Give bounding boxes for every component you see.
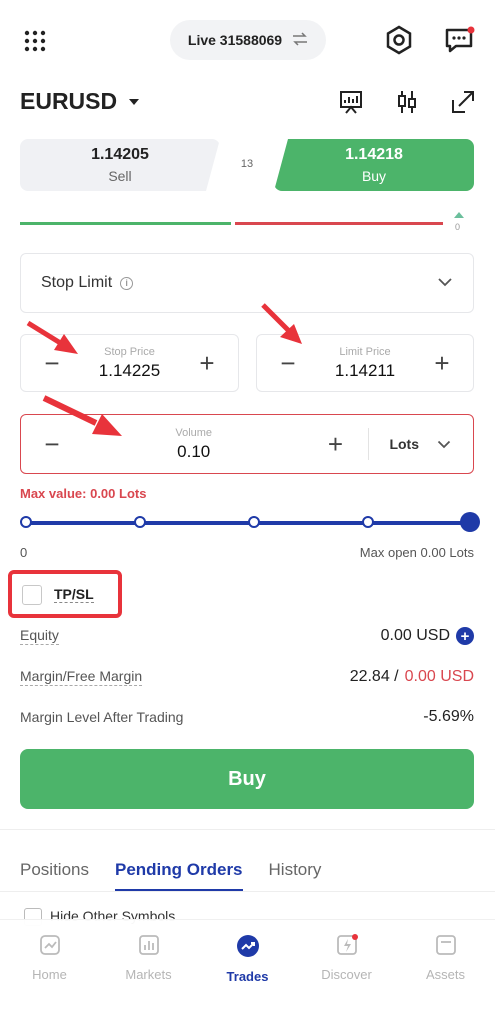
tabs-divider: [0, 891, 495, 892]
margin-value: 22.84 /: [349, 668, 399, 685]
slider-min-label: 0: [20, 545, 28, 560]
margin-level-row: Margin Level After Trading -5.69%: [20, 708, 474, 726]
nav-trades[interactable]: Trades: [208, 934, 288, 1024]
equity-label[interactable]: Equity: [20, 627, 59, 645]
limit-price-decrease-button[interactable]: −: [275, 350, 301, 376]
stop-price-decrease-button[interactable]: −: [39, 350, 65, 376]
nav-markets[interactable]: Markets: [109, 934, 189, 1024]
account-label: Live 31588069: [187, 32, 283, 48]
stop-price-caption: Stop Price: [104, 345, 155, 358]
margin-level-value: -5.69%: [423, 708, 474, 725]
expand-icon[interactable]: [449, 88, 477, 116]
limit-price-caption: Limit Price: [339, 345, 391, 358]
symbol-name: EURUSD: [20, 88, 118, 114]
order-type-dropdown[interactable]: Stop Limit i: [20, 253, 474, 313]
bottom-nav: Home Markets Trades Discover Assets: [0, 919, 495, 1024]
volume-value[interactable]: 0.10: [65, 442, 322, 462]
volume-caption: Volume: [175, 426, 213, 439]
account-switcher[interactable]: Live 31588069: [170, 20, 326, 60]
info-icon[interactable]: i: [120, 276, 134, 290]
grid-menu-icon[interactable]: [22, 28, 48, 54]
buy-submit-button[interactable]: Buy: [20, 749, 474, 809]
nav-discover-label: Discover: [321, 967, 372, 982]
chart-presentation-icon[interactable]: [337, 88, 365, 116]
buy-quote-button[interactable]: 1.14218 Buy: [274, 139, 474, 191]
home-chart-icon: [39, 934, 61, 959]
stop-price-increase-button[interactable]: +: [194, 350, 220, 376]
assets-wallet-icon: [435, 934, 457, 959]
tab-pending-orders[interactable]: Pending Orders: [114, 860, 243, 891]
settings-hexagon-icon[interactable]: [383, 24, 415, 56]
trades-trend-icon: [236, 934, 260, 961]
section-divider: [0, 829, 495, 830]
spread-value: 13: [240, 158, 254, 170]
sentiment-value: 0: [455, 222, 461, 232]
caret-down-icon: [129, 98, 140, 105]
buy-price: 1.14218: [345, 146, 403, 163]
tpsl-label[interactable]: TP/SL: [54, 586, 94, 603]
nav-assets-label: Assets: [425, 967, 465, 982]
sentiment-bar-buy: [20, 222, 231, 225]
sentiment-up-icon: [454, 212, 464, 218]
volume-unit-label: Lots: [389, 436, 419, 452]
tab-positions[interactable]: Positions: [20, 860, 89, 891]
stop-price-value[interactable]: 1.14225: [65, 361, 194, 381]
volume-unit-dropdown[interactable]: Lots: [369, 436, 473, 452]
chevron-down-icon: [437, 274, 453, 292]
limit-price-increase-button[interactable]: +: [429, 350, 455, 376]
nav-assets[interactable]: Assets: [406, 934, 486, 1024]
message-icon[interactable]: [443, 24, 477, 56]
swap-icon: [292, 31, 308, 49]
buy-label: Buy: [361, 168, 387, 184]
sell-label: Sell: [108, 168, 132, 184]
markets-bar-icon: [138, 934, 160, 959]
nav-home[interactable]: Home: [10, 934, 90, 1024]
candlestick-icon[interactable]: [393, 88, 421, 116]
volume-decrease-button[interactable]: −: [39, 431, 65, 457]
margin-row: Margin/Free Margin 22.84 / 0.00 USD: [20, 668, 474, 686]
volume-stepper[interactable]: − Volume 0.10 + Lots: [20, 414, 474, 474]
slider-stop-50[interactable]: [248, 516, 260, 528]
equity-row: Equity 0.00 USD +: [20, 627, 474, 645]
nav-markets-label: Markets: [125, 967, 172, 982]
nav-discover[interactable]: Discover: [307, 934, 387, 1024]
stop-price-stepper[interactable]: − Stop Price 1.14225 +: [20, 334, 239, 392]
sell-price: 1.14205: [91, 146, 149, 163]
nav-trades-label: Trades: [226, 969, 269, 984]
orders-tabs: Positions Pending Orders History: [20, 860, 321, 891]
limit-price-value[interactable]: 1.14211: [301, 361, 429, 381]
limit-price-stepper[interactable]: − Limit Price 1.14211 +: [256, 334, 474, 392]
order-type-label: Stop Limit: [41, 274, 113, 291]
tpsl-checkbox[interactable]: [22, 585, 42, 605]
free-margin-value: 0.00 USD: [404, 668, 474, 685]
margin-label[interactable]: Margin/Free Margin: [20, 668, 143, 686]
chevron-down-icon: [437, 436, 451, 452]
deposit-plus-icon[interactable]: +: [456, 627, 474, 645]
volume-slider-handle[interactable]: [460, 512, 480, 532]
slider-stop-25[interactable]: [134, 516, 146, 528]
volume-increase-button[interactable]: +: [322, 431, 348, 457]
discover-lightning-icon: [336, 934, 358, 959]
sell-quote-button[interactable]: 1.14205 Sell: [20, 139, 220, 191]
margin-level-label: Margin Level After Trading: [20, 709, 184, 725]
nav-home-label: Home: [32, 967, 67, 982]
slider-max-label: Max open 0.00 Lots: [359, 545, 474, 560]
max-value-warning: Max value: 0.00 Lots: [20, 486, 147, 501]
slider-stop-0[interactable]: [20, 516, 32, 528]
slider-stop-75[interactable]: [362, 516, 374, 528]
tab-history[interactable]: History: [269, 860, 322, 891]
equity-value: 0.00 USD: [380, 627, 450, 644]
sentiment-bar-sell: [235, 222, 443, 225]
symbol-selector[interactable]: EURUSD: [20, 88, 140, 115]
